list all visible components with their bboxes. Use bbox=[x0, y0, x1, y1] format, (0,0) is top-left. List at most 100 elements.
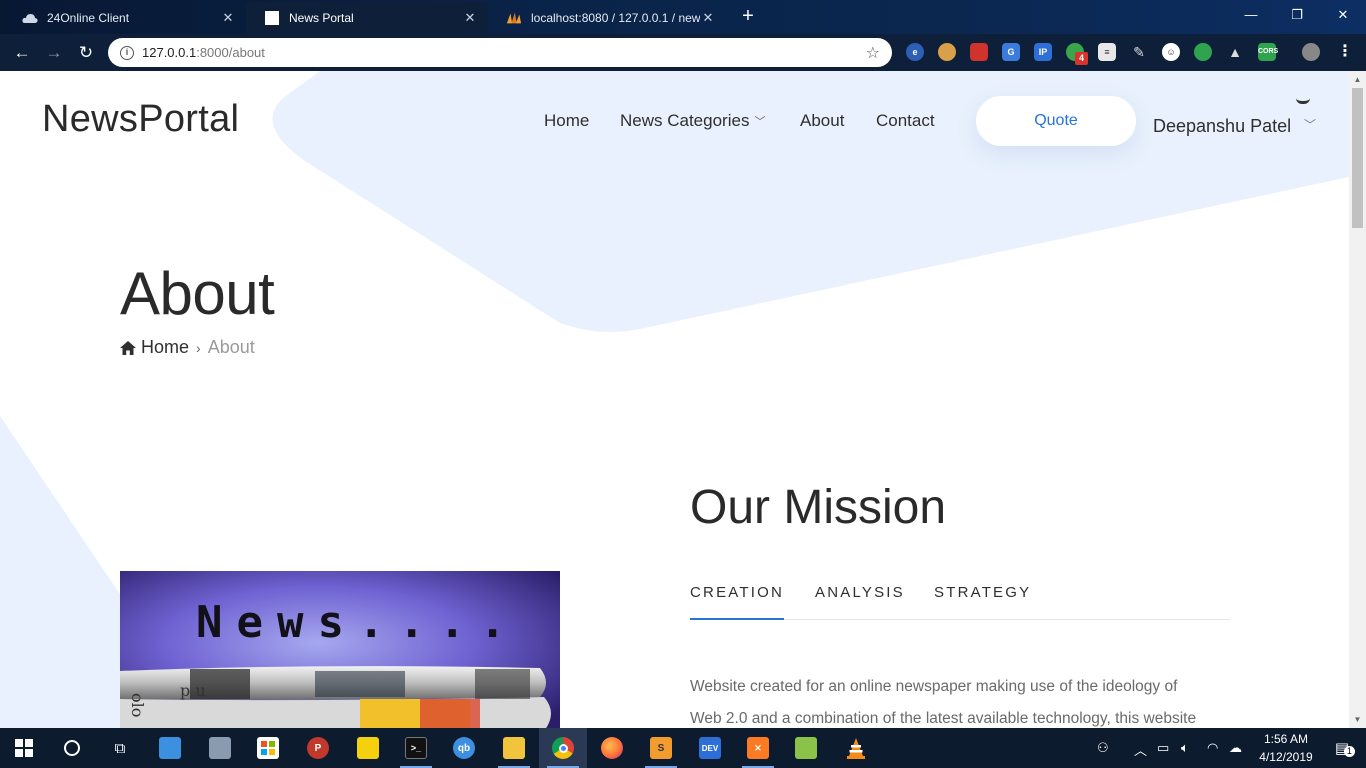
taskbar-chrome[interactable] bbox=[539, 728, 587, 768]
menu-kebab-icon[interactable]: ⋮ bbox=[1336, 43, 1354, 61]
task-view-icon: ⧉ bbox=[114, 739, 126, 757]
ext-icon-8[interactable]: ✎ bbox=[1130, 43, 1148, 61]
app-icon bbox=[159, 737, 181, 759]
taskbar-app-2[interactable] bbox=[196, 728, 244, 768]
windows-taskbar: ⧉ P >_ qb S DEV ⨯ ⚇ ︿ ▭ 🔈︎ ◠ ☁︎ 1:56 AM … bbox=[0, 728, 1366, 768]
chevron-right-icon: › bbox=[196, 339, 201, 356]
battery-icon[interactable]: ▭ bbox=[1157, 740, 1169, 756]
close-window-button[interactable]: ✕ bbox=[1320, 0, 1366, 30]
chevron-down-icon[interactable]: ﹀ bbox=[1304, 116, 1316, 133]
wifi-icon[interactable]: ◠ bbox=[1207, 740, 1218, 756]
task-view-button[interactable]: ⧉ bbox=[96, 728, 144, 768]
nav-home[interactable]: Home bbox=[544, 111, 589, 131]
ext-icon-5[interactable]: IP bbox=[1034, 43, 1052, 61]
xampp-icon: ⨯ bbox=[747, 737, 769, 759]
ext-icon-1[interactable]: e bbox=[906, 43, 924, 61]
svg-text:olo: olo bbox=[128, 693, 147, 717]
taskbar-qbittorrent[interactable]: qb bbox=[440, 728, 488, 768]
quote-button[interactable]: Quote bbox=[976, 96, 1136, 146]
taskbar-app-psiphon[interactable]: P bbox=[294, 728, 342, 768]
notification-count: 1 bbox=[1343, 746, 1355, 757]
address-bar[interactable]: i 127.0.0.1:8000/about ☆ bbox=[108, 38, 892, 67]
ext-icon-4[interactable]: G bbox=[1002, 43, 1020, 61]
tab-analysis[interactable]: ANALYSIS bbox=[815, 584, 905, 601]
taskbar-sticky-notes[interactable] bbox=[344, 728, 392, 768]
chrome-icon bbox=[552, 737, 574, 759]
restore-button[interactable]: ❐ bbox=[1274, 0, 1320, 30]
reload-button[interactable]: ↻ bbox=[73, 40, 99, 66]
back-button[interactable]: ← bbox=[9, 40, 35, 66]
ext-icon-10[interactable] bbox=[1194, 43, 1212, 61]
scroll-down-arrow-icon[interactable]: ▼ bbox=[1349, 711, 1366, 728]
tab-24online-client[interactable]: 24Online Client ✕ bbox=[4, 2, 246, 34]
taskbar-xampp[interactable]: ⨯ bbox=[734, 728, 782, 768]
ext-icon-12[interactable]: CORS bbox=[1258, 43, 1278, 61]
nav-news-categories[interactable]: News Categories ﹀ bbox=[620, 111, 765, 131]
cloud-icon bbox=[22, 10, 38, 26]
ext-icon-9[interactable]: ☺ bbox=[1162, 43, 1180, 61]
people-icon[interactable]: ⚇ bbox=[1097, 740, 1109, 756]
user-menu-name[interactable]: Deepanshu Patel bbox=[1153, 116, 1291, 137]
ext-icon-11[interactable]: ▲ bbox=[1226, 43, 1244, 61]
close-tab-icon[interactable]: ✕ bbox=[462, 10, 478, 26]
search-cortana-button[interactable] bbox=[48, 728, 96, 768]
taskbar-terminal[interactable]: >_ bbox=[392, 728, 440, 768]
breadcrumb: Home › About bbox=[120, 337, 255, 358]
nav-contact[interactable]: Contact bbox=[876, 111, 935, 131]
taskbar-vlc[interactable] bbox=[832, 728, 880, 768]
new-tab-button[interactable]: + bbox=[736, 5, 760, 29]
ext-icon-2[interactable] bbox=[938, 43, 956, 61]
tab-creation[interactable]: CREATION bbox=[690, 584, 784, 601]
mission-heading: Our Mission bbox=[690, 481, 947, 534]
site-logo[interactable]: NewsPortal bbox=[42, 98, 239, 141]
browser-toolbar: ← → ↻ i 127.0.0.1:8000/about ☆ e G IP 4 … bbox=[0, 34, 1366, 71]
tab-title: localhost:8080 / 127.0.0.1 / news bbox=[531, 11, 700, 25]
taskbar-file-explorer[interactable] bbox=[490, 728, 538, 768]
onedrive-cloud-icon[interactable]: ☁︎ bbox=[1229, 740, 1242, 756]
forward-button[interactable]: → bbox=[41, 40, 67, 66]
taskbar-sublime-text[interactable]: S bbox=[637, 728, 685, 768]
taskbar-clock-time[interactable]: 1:56 AM bbox=[1256, 732, 1316, 746]
blank-page-icon bbox=[264, 10, 280, 26]
site-info-icon[interactable]: i bbox=[120, 45, 134, 60]
dev-cpp-icon: DEV bbox=[699, 737, 721, 759]
taskbar-app-1[interactable] bbox=[146, 728, 194, 768]
taskbar-notepadpp[interactable] bbox=[782, 728, 830, 768]
tab-news-portal[interactable]: News Portal ✕ bbox=[246, 2, 488, 34]
ext-icon-7[interactable]: ≡ bbox=[1098, 43, 1116, 61]
taskbar-microsoft-store[interactable] bbox=[244, 728, 292, 768]
action-center-button[interactable]: ▤ 1 bbox=[1318, 728, 1366, 768]
sticky-notes-icon bbox=[357, 737, 379, 759]
scrollbar-thumb[interactable] bbox=[1352, 88, 1363, 228]
news-image-text: News.... bbox=[196, 597, 520, 648]
close-tab-icon[interactable]: ✕ bbox=[220, 10, 236, 26]
url-host: 127.0.0.1 bbox=[142, 45, 197, 60]
breadcrumb-current: About bbox=[207, 337, 255, 357]
nav-news-categories-label: News Categories bbox=[620, 111, 750, 130]
nav-about[interactable]: About bbox=[800, 111, 844, 131]
show-hidden-icons-chevron-icon[interactable]: ︿ bbox=[1134, 740, 1147, 759]
tab-phpmyadmin[interactable]: localhost:8080 / 127.0.0.1 / news ✕ bbox=[488, 2, 726, 34]
mission-paragraph-line-1: Website created for an online newspaper … bbox=[690, 678, 1178, 695]
minimize-button[interactable]: — bbox=[1228, 0, 1274, 30]
store-icon bbox=[257, 737, 279, 759]
extension-badge: 4 bbox=[1075, 52, 1088, 65]
taskbar-dev-cpp[interactable]: DEV bbox=[686, 728, 734, 768]
volume-icon[interactable]: 🔈︎ bbox=[1181, 740, 1189, 756]
ext-icon-6[interactable]: 4 bbox=[1066, 43, 1088, 65]
browser-tab-strip: 24Online Client ✕ News Portal ✕ localhos… bbox=[0, 0, 1366, 34]
bookmark-star-icon[interactable]: ☆ bbox=[866, 43, 880, 63]
ext-icon-3[interactable] bbox=[970, 43, 988, 61]
active-tab-indicator bbox=[690, 618, 784, 620]
tab-strategy[interactable]: STRATEGY bbox=[934, 584, 1031, 601]
page-scrollbar[interactable]: ▲ ▼ bbox=[1349, 71, 1366, 728]
taskbar-firefox[interactable] bbox=[588, 728, 636, 768]
breadcrumb-home-link[interactable]: Home bbox=[141, 337, 189, 358]
scroll-up-arrow-icon[interactable]: ▲ bbox=[1349, 71, 1366, 88]
taskbar-clock-date[interactable]: 4/12/2019 bbox=[1251, 750, 1321, 764]
profile-avatar[interactable] bbox=[1302, 43, 1320, 61]
page-viewport: NewsPortal Home News Categories ﹀ About … bbox=[0, 71, 1349, 728]
news-image: News.... olo p u bbox=[120, 571, 560, 728]
close-tab-icon[interactable]: ✕ bbox=[700, 10, 716, 26]
start-button[interactable] bbox=[0, 728, 48, 768]
